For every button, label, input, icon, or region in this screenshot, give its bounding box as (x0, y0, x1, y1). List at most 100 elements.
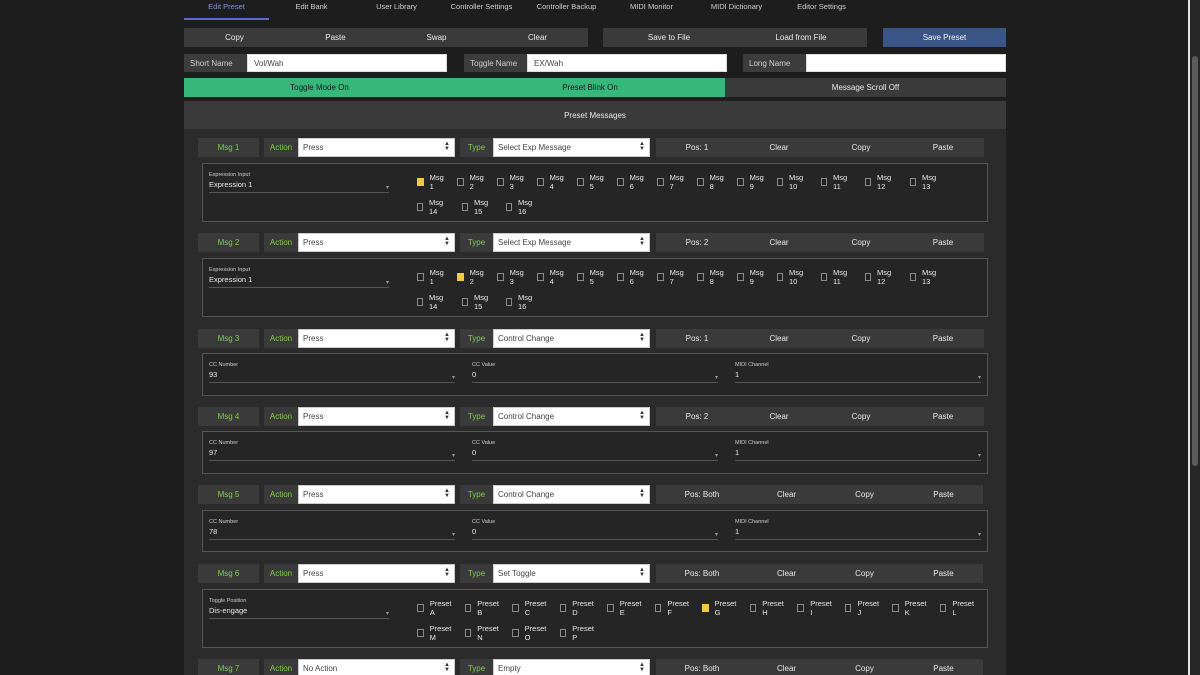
checkbox-item[interactable]: Preset B (464, 599, 501, 617)
checkbox-icon[interactable] (512, 629, 519, 637)
checkbox-item[interactable]: Msg 8 (697, 173, 725, 191)
action-select[interactable]: Press ▲ ▼ (298, 407, 455, 426)
expression-input-field[interactable]: Expression Input Expression 1 ▾ (209, 267, 389, 288)
checkbox-icon[interactable] (457, 178, 464, 186)
checkbox-item[interactable]: Preset L (939, 599, 976, 617)
cc-number-field[interactable]: CC Number 78 ▾ (209, 519, 455, 540)
cc-number-field[interactable]: CC Number 93 ▾ (209, 362, 455, 383)
toggle-name-input[interactable]: EX/Wah (527, 54, 727, 72)
checkbox-item[interactable]: Msg 3 (497, 268, 525, 286)
checkbox-item[interactable]: Msg 6 (617, 268, 645, 286)
checkbox-icon[interactable] (892, 604, 899, 612)
checkbox-item[interactable]: Msg 4 (537, 268, 565, 286)
checkbox-item[interactable]: Msg 9 (737, 173, 765, 191)
action-select[interactable]: No Action ▲ ▼ (298, 659, 455, 675)
swap-button[interactable]: Swap (386, 28, 487, 47)
checkbox-item[interactable]: Preset K (892, 599, 928, 617)
checkbox-item[interactable]: Msg 12 (865, 268, 893, 286)
checkbox-item[interactable]: Preset I (797, 599, 833, 617)
midi-channel-field[interactable]: MIDI Channel 1 ▾ (735, 519, 981, 540)
msg-clear-button[interactable]: Clear (738, 329, 820, 348)
checkbox-item[interactable]: Msg 6 (617, 173, 645, 191)
cc-value-field[interactable]: CC Value 0 ▾ (472, 362, 718, 383)
checkbox-icon[interactable] (417, 298, 423, 306)
message-scroll-button[interactable]: Message Scroll Off (725, 78, 1006, 97)
type-select[interactable]: Control Change ▲ ▼ (493, 407, 650, 426)
checkbox-icon[interactable] (497, 178, 504, 186)
msg-clear-button[interactable]: Clear (748, 485, 825, 504)
tab-user-library[interactable]: User Library (354, 0, 439, 20)
checkbox-item[interactable]: Msg 10 (777, 173, 805, 191)
tab-editor-settings[interactable]: Editor Settings (779, 0, 864, 20)
checkbox-item[interactable]: Msg 11 (821, 173, 849, 191)
checkbox-item[interactable]: Msg 16 (506, 198, 534, 216)
checkbox-item[interactable]: Msg 3 (497, 173, 525, 191)
tab-midi-monitor[interactable]: MIDI Monitor (609, 0, 694, 20)
tab-controller-settings[interactable]: Controller Settings (439, 0, 524, 20)
msg-copy-button[interactable]: Copy (820, 329, 902, 348)
msg-clear-button[interactable]: Clear (738, 233, 820, 252)
checkbox-icon[interactable] (617, 273, 624, 281)
checkbox-item[interactable]: Preset P (559, 624, 596, 642)
checkbox-icon[interactable] (512, 604, 519, 612)
checkbox-icon[interactable] (797, 604, 805, 612)
action-select[interactable]: Press ▲ ▼ (298, 329, 455, 348)
position-button[interactable]: Pos: Both (656, 564, 748, 583)
type-select[interactable]: Empty ▲ ▼ (493, 659, 650, 675)
checkbox-icon[interactable] (506, 203, 512, 211)
checkbox-icon[interactable] (777, 178, 783, 186)
msg-copy-button[interactable]: Copy (825, 564, 904, 583)
cc-number-field[interactable]: CC Number 97 ▾ (209, 440, 455, 461)
checkbox-icon[interactable] (417, 203, 423, 211)
checkbox-item[interactable]: Preset H (749, 599, 786, 617)
msg-paste-button[interactable]: Paste (902, 407, 984, 426)
checkbox-item[interactable]: Msg 15 (462, 293, 490, 311)
msg-clear-button[interactable]: Clear (738, 407, 820, 426)
msg-clear-button[interactable]: Clear (748, 659, 825, 675)
short-name-input[interactable]: Vol/Wah (247, 54, 447, 72)
checkbox-item[interactable]: Preset N (464, 624, 501, 642)
checkbox-icon[interactable] (865, 178, 871, 186)
msg-copy-button[interactable]: Copy (825, 485, 904, 504)
msg-clear-button[interactable]: Clear (738, 138, 820, 157)
checkbox-item[interactable]: Preset E (607, 599, 643, 617)
checkbox-icon[interactable] (607, 604, 614, 612)
checkbox-icon[interactable] (737, 178, 744, 186)
checkbox-icon[interactable] (617, 178, 624, 186)
checkbox-item[interactable]: Preset G (702, 599, 738, 617)
action-select[interactable]: Press ▲ ▼ (298, 564, 455, 583)
msg-copy-button[interactable]: Copy (820, 233, 902, 252)
checkbox-item[interactable]: Msg 13 (910, 173, 938, 191)
checkbox-icon[interactable] (697, 178, 704, 186)
checkbox-item[interactable]: Msg 5 (577, 268, 605, 286)
action-select[interactable]: Press ▲ ▼ (298, 485, 455, 504)
checkbox-item[interactable]: Preset D (559, 599, 596, 617)
checkbox-icon[interactable] (577, 273, 584, 281)
msg-paste-button[interactable]: Paste (902, 233, 984, 252)
checkbox-item[interactable]: Msg 14 (417, 198, 445, 216)
checkbox-icon[interactable] (910, 273, 916, 281)
checkbox-icon[interactable] (749, 604, 757, 612)
checkbox-item[interactable]: Msg 13 (910, 268, 938, 286)
checkbox-item[interactable]: Msg 2 (457, 173, 485, 191)
checkbox-icon[interactable] (559, 629, 567, 637)
checkbox-icon[interactable] (464, 604, 472, 612)
checkbox-item[interactable]: Msg 7 (657, 173, 685, 191)
checkbox-item[interactable]: Preset O (512, 624, 548, 642)
toggle-position-field[interactable]: Toggle Position Dis-engage ▾ (209, 598, 389, 619)
tab-controller-backup[interactable]: Controller Backup (524, 0, 609, 20)
checkbox-icon[interactable] (417, 604, 424, 612)
checkbox-item[interactable]: Preset M (417, 624, 453, 642)
action-select[interactable]: Press ▲ ▼ (298, 138, 455, 157)
checkbox-item[interactable]: Msg 4 (537, 173, 565, 191)
checkbox-item[interactable]: Preset F (654, 599, 691, 617)
checkbox-icon[interactable] (702, 604, 709, 612)
checkbox-item[interactable]: Msg 8 (697, 268, 725, 286)
checkbox-item[interactable]: Msg 1 (417, 268, 445, 286)
checkbox-icon[interactable] (657, 273, 664, 281)
checkbox-item[interactable]: Preset A (417, 599, 453, 617)
checkbox-item[interactable]: Preset J (844, 599, 881, 617)
checkbox-icon[interactable] (865, 273, 871, 281)
checkbox-icon[interactable] (844, 604, 852, 612)
save-to-file-button[interactable]: Save to File (603, 28, 735, 47)
